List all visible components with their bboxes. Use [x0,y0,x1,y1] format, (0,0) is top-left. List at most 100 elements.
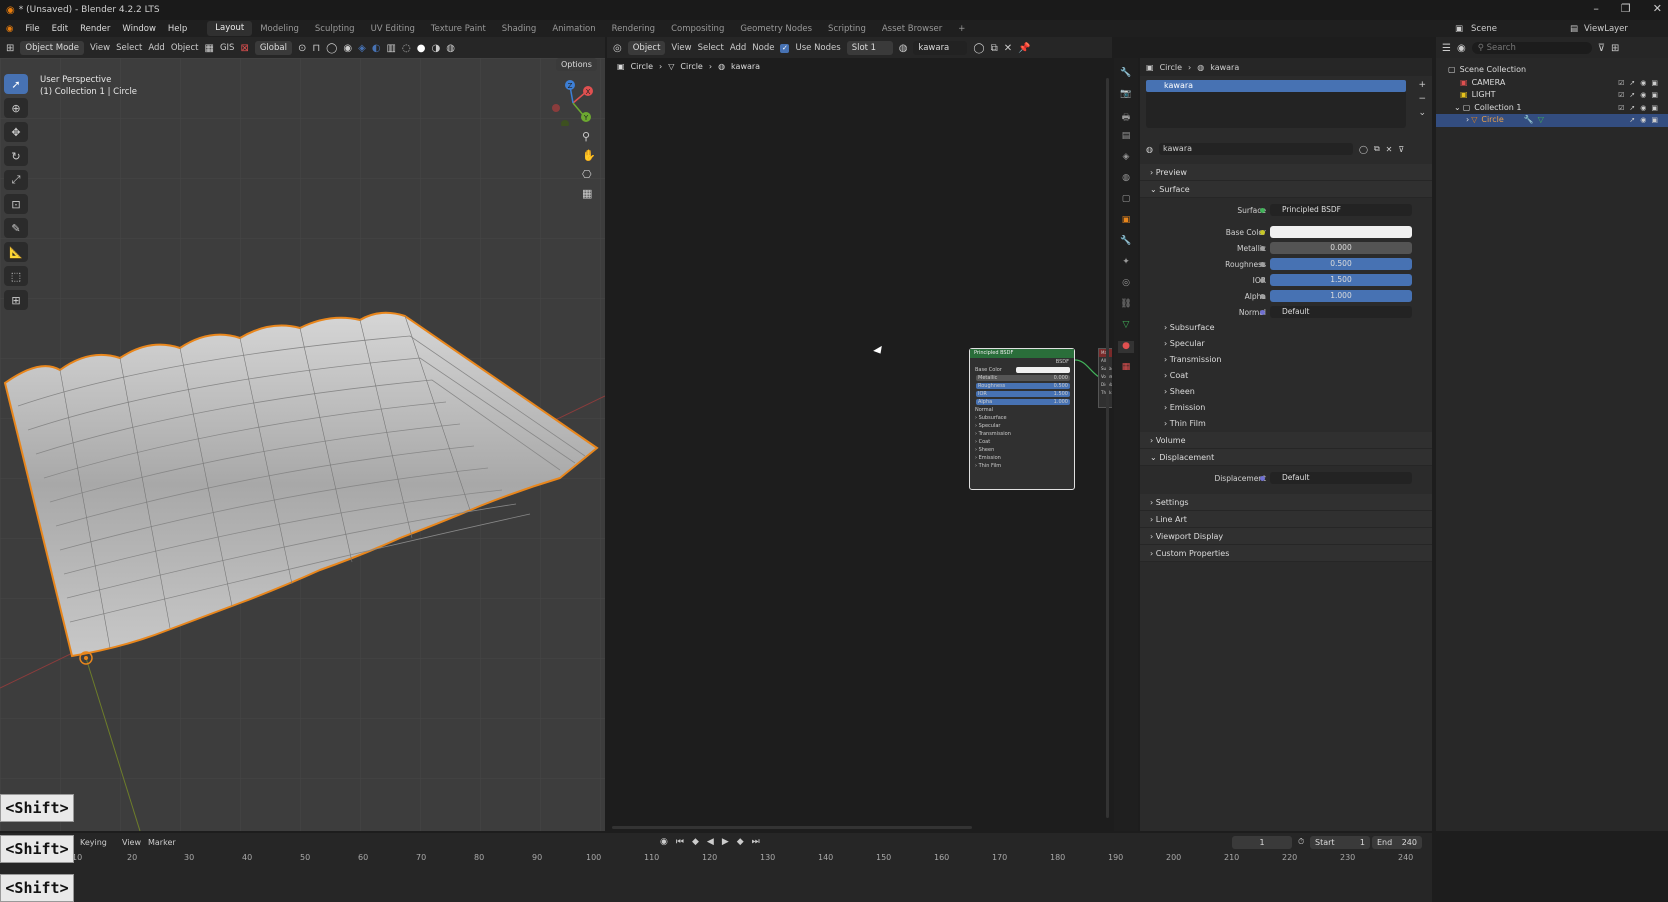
collection-tab-icon[interactable]: ▢ [1118,194,1134,206]
view-layer-selector[interactable]: ViewLayer [1584,24,1628,34]
scene-tab-icon[interactable]: ◈ [1118,152,1134,164]
play-reverse-icon[interactable]: ◀ [707,837,714,847]
chevron-right-icon[interactable]: › [1466,114,1469,127]
roughness-slider[interactable]: 0.500 [1270,258,1412,270]
shader-type-selector[interactable]: Object [627,41,666,55]
subpanel-sheen[interactable]: › Sheen [1140,384,1432,400]
prev-keyframe-icon[interactable]: ◆ [692,837,699,847]
eye-icon[interactable]: ◉ [1640,77,1646,90]
menu-add[interactable]: Add [148,43,164,53]
breadcrumb-mesh[interactable]: Circle [680,62,702,71]
tab-compositing[interactable]: Compositing [663,24,732,34]
subpanel-transmission[interactable]: › Transmission [1140,352,1432,368]
tab-sculpting[interactable]: Sculpting [307,24,363,34]
node-row-roughness[interactable]: Roughness 0.500 [970,382,1074,390]
minimize-button[interactable]: – [1593,2,1599,15]
gizmo-toggle-icon[interactable]: ◈ [358,43,366,54]
end-frame-field[interactable]: End 240 [1372,835,1422,849]
horizontal-scrollbar[interactable] [612,826,972,829]
subpanel-specular[interactable]: › Specular [1140,336,1432,352]
displacement-input[interactable]: Default [1270,472,1412,484]
material-output-node[interactable]: Ma All Surface Volume Displace Thickn [1098,348,1112,408]
outliner-search-input[interactable]: ⚲ Search [1471,42,1592,54]
node-panel-specular[interactable]: › Specular [970,422,1074,430]
overlay-toggle-icon[interactable]: ◐ [372,43,381,54]
node-panel-emission[interactable]: › Emission [970,454,1074,462]
world-tab-icon[interactable]: ◍ [1118,173,1134,185]
transform-orientation-selector[interactable]: Global [254,41,292,55]
new-material-icon[interactable]: ⧉ [991,43,998,54]
node-row-metallic[interactable]: Metallic 0.000 [970,374,1074,382]
outliner-item-camera[interactable]: ▣ CAMERA ☑ ➚ ◉ ▣ [1436,77,1668,90]
surface-shader-selector[interactable]: Principled BSDF [1270,204,1412,216]
material-slot-list[interactable]: kawara [1146,80,1406,128]
constraints-tab-icon[interactable]: ⛓ [1118,299,1134,311]
fake-user-icon[interactable]: ◯ [973,43,984,54]
node-panel-transmission[interactable]: › Transmission [970,430,1074,438]
subpanel-emission[interactable]: › Emission [1140,400,1432,416]
panel-surface[interactable]: ⌄ Surface [1140,181,1432,198]
navigation-gizmo[interactable]: X Y Z [548,80,598,126]
modifier-tab-icon[interactable]: 🔧 [1118,236,1134,248]
material-browse-icon[interactable]: ◍ [899,43,908,54]
outliner-item-light[interactable]: ▣ LIGHT ☑ ➚ ◉ ▣ [1436,89,1668,102]
tab-geometry-nodes[interactable]: Geometry Nodes [732,24,820,34]
snap-icon[interactable]: ▦ [205,43,214,54]
use-nodes-label[interactable]: Use Nodes [795,43,840,53]
tab-texture-paint[interactable]: Texture Paint [423,24,494,34]
slot-selector[interactable]: Slot 1 [846,41,893,55]
start-frame-field[interactable]: Start 1 [1310,835,1370,849]
subpanel-thin-film[interactable]: › Thin Film [1140,416,1432,432]
3d-viewport[interactable]: ➚ ⊕ ✥ ↻ ⤢ ⊡ ✎ 📐 ⬚ ⊞ User Perspective (1)… [0,58,605,831]
subpanel-subsurface[interactable]: › Subsurface [1140,320,1432,336]
node-row-base-color[interactable]: Base Color [970,366,1074,374]
proportional-edit-icon[interactable]: ◯ [326,43,337,54]
new-collection-icon[interactable]: ⊞ [1611,43,1619,54]
node-row-ior[interactable]: IOR 1.500 [970,390,1074,398]
outliner-item-collection-1[interactable]: ⌄ ▢ Collection 1 ☑ ➚ ◉ ▣ [1436,102,1668,115]
tile-roof-mesh[interactable] [0,58,605,831]
material-name-field[interactable]: kawara [913,41,968,55]
select-icon[interactable]: ➚ [1629,102,1635,115]
play-icon[interactable]: ▶ [722,837,729,847]
snapping-icon[interactable]: ⊓ [312,43,320,54]
eye-icon[interactable]: ◉ [1640,89,1646,102]
menu-view[interactable]: View [90,43,110,53]
pan-hand-icon[interactable]: ✋ [582,149,596,162]
alpha-slider[interactable]: 1.000 [1270,290,1412,302]
eye-icon[interactable]: ◉ [1640,102,1646,115]
filter-icon[interactable]: ⊽ [1598,43,1605,54]
node-menu-view[interactable]: View [671,43,691,53]
breadcrumb-material[interactable]: kawara [731,62,760,71]
menu-render[interactable]: Render [74,24,116,34]
outliner-type-icon[interactable]: ☰ [1442,43,1451,54]
material-browse-icon[interactable]: ◍ [1146,145,1153,154]
timeline-menu-keying[interactable]: Keying [80,838,107,847]
record-icon[interactable]: ◉ [660,837,668,847]
duplicate-material-icon[interactable]: ⧉ [1374,144,1380,154]
next-keyframe-icon[interactable]: ◆ [737,837,744,847]
cursor-tool-icon[interactable]: ⊕ [4,98,28,118]
display-mode-icon[interactable]: ◉ [1457,43,1466,54]
render-tab-icon[interactable]: 📷 [1118,89,1134,101]
editor-type-icon[interactable]: ⊞ [6,43,14,54]
close-button[interactable]: ✕ [1653,2,1662,15]
metallic-slider[interactable]: 0.000 [1270,242,1412,254]
node-panel-sheen[interactable]: › Sheen [970,446,1074,454]
checkbox-icon[interactable]: ☑ [1618,89,1624,102]
node-menu-select[interactable]: Select [698,43,724,53]
ior-slider[interactable]: 1.500 [1270,274,1412,286]
material-slot-item[interactable]: kawara [1146,80,1406,92]
render-icon[interactable]: ▣ [1651,77,1658,90]
material-name-input[interactable]: kawara [1158,143,1353,155]
slot-menu-icon[interactable]: ⌄ [1418,108,1426,118]
visibility-icon[interactable]: ◉ [343,43,352,54]
solid-shading-icon[interactable]: ● [417,43,426,54]
select-icon[interactable]: ➚ [1629,77,1635,90]
timeline-menu-marker[interactable]: Marker [148,838,176,847]
output-tab-icon[interactable]: 🖶 [1118,110,1134,123]
select-tool-icon[interactable]: ➚ [4,74,28,94]
view-layer-tab-icon[interactable]: ▤ [1118,131,1134,143]
add-cube-tool-icon[interactable]: ⬚ [4,266,28,286]
menu-select[interactable]: Select [116,43,142,53]
